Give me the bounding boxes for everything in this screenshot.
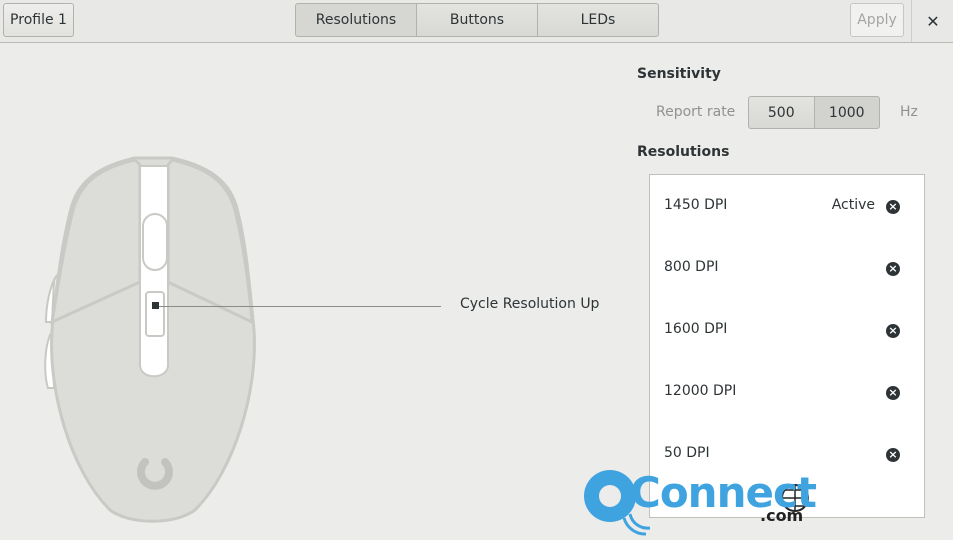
active-label: Active (831, 197, 875, 213)
report-rate-unit: Hz (900, 104, 918, 120)
resolution-dpi: 1600 DPI (664, 321, 728, 337)
apply-button[interactable]: Apply (850, 3, 904, 37)
resolution-row[interactable]: 800 DPI × (650, 237, 924, 299)
report-rate-option-500[interactable]: 500 (748, 96, 815, 129)
resolution-dpi: 1450 DPI (664, 197, 728, 213)
remove-icon[interactable]: × (886, 448, 900, 462)
resolution-row[interactable]: 1600 DPI × (650, 299, 924, 361)
resolution-dpi: 50 DPI (664, 445, 710, 461)
remove-icon[interactable]: × (886, 262, 900, 276)
resolution-row[interactable]: 1450 DPI Active × (650, 175, 924, 237)
watermark-suffix: .com (760, 506, 804, 525)
header-separator (911, 0, 912, 42)
close-icon[interactable]: ✕ (920, 8, 946, 34)
remove-icon[interactable]: × (886, 200, 900, 214)
mouse-resolution-button[interactable] (145, 291, 165, 337)
mouse-illustration (44, 156, 256, 523)
callout-label: Cycle Resolution Up (460, 296, 600, 312)
callout-line (159, 306, 441, 307)
remove-icon[interactable]: × (886, 324, 900, 338)
callout-anchor (152, 302, 159, 309)
tab-resolutions[interactable]: Resolutions (295, 3, 417, 37)
mouse-center-strip (139, 165, 169, 378)
resolution-row[interactable]: 12000 DPI × (650, 361, 924, 423)
resolutions-title: Resolutions (637, 144, 730, 160)
view-switcher: Resolutions Buttons LEDs (295, 3, 659, 37)
header-bar: Profile 1 Resolutions Buttons LEDs Apply… (0, 0, 953, 43)
report-rate-selector: 500 1000 (748, 96, 880, 129)
resolution-dpi: 12000 DPI (664, 383, 737, 399)
watermark-logo: Connect .com (580, 462, 825, 540)
report-rate-option-1000[interactable]: 1000 (814, 96, 880, 129)
resolution-dpi: 800 DPI (664, 259, 719, 275)
tab-buttons[interactable]: Buttons (417, 3, 538, 37)
sensitivity-title: Sensitivity (637, 66, 721, 82)
tab-leds[interactable]: LEDs (538, 3, 659, 37)
remove-icon[interactable]: × (886, 386, 900, 400)
report-rate-label: Report rate (656, 104, 736, 120)
profile-button[interactable]: Profile 1 (3, 3, 74, 37)
mouse-scroll-wheel[interactable] (142, 213, 168, 271)
